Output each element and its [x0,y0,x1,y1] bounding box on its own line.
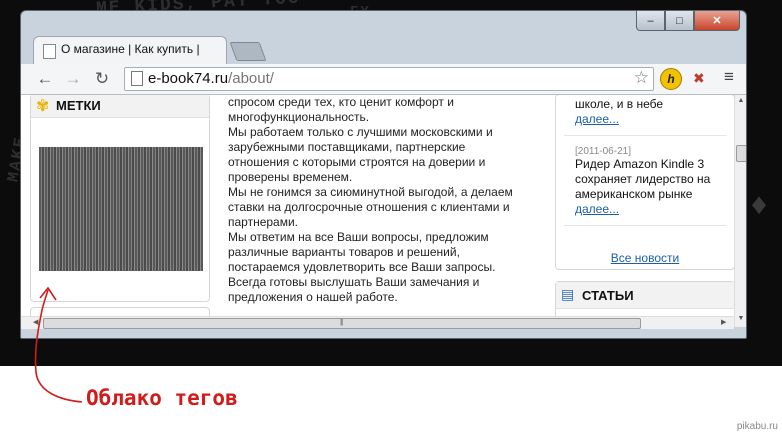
annotation-arrow [34,286,83,403]
annotation-callout: Облако тегов [86,386,238,410]
arrow-head [39,286,57,301]
watermark: pikabu.ru [736,421,778,432]
arrow-line [34,289,83,403]
